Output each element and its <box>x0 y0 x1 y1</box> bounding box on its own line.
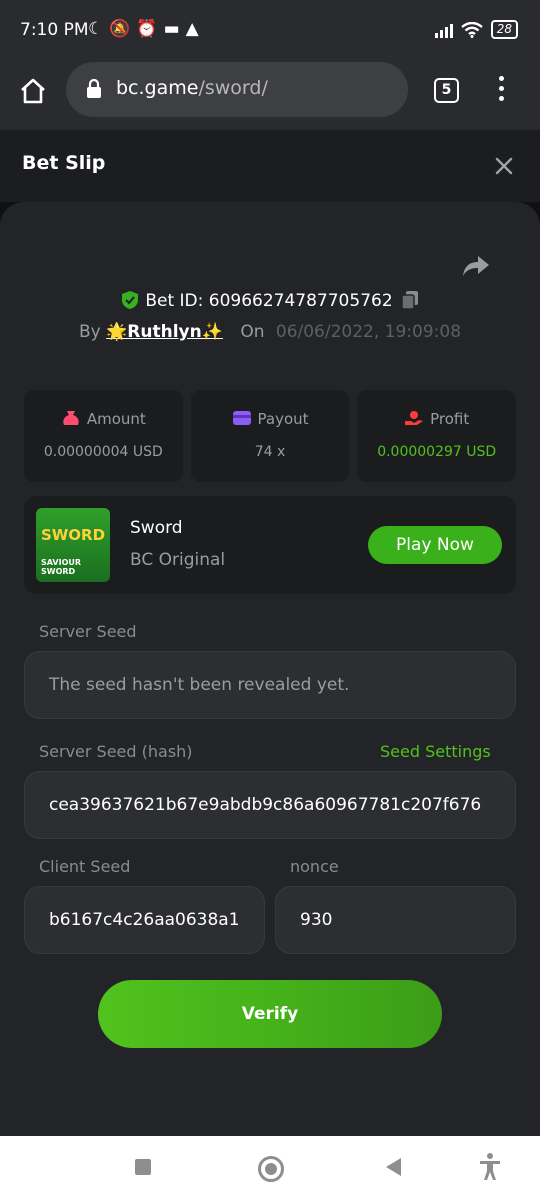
url-path: /sword/ <box>198 77 268 99</box>
bet-slip-header: Bet Slip <box>0 130 540 202</box>
folder-icon: ▬ <box>163 19 186 39</box>
alarm-icon: ⏰ <box>136 19 164 39</box>
server-seed-hash-label: Server Seed (hash) <box>39 742 193 761</box>
user-link[interactable]: 🌟Ruthlyn✨ <box>106 322 223 342</box>
status-time: 7:10 PM <box>20 20 89 40</box>
share-icon[interactable] <box>462 254 490 278</box>
stat-profit-label: Profit <box>430 410 470 428</box>
bet-id: Bet ID: 60966274787705762 <box>145 291 393 311</box>
bet-id-row: Bet ID: 60966274787705762 <box>0 290 540 311</box>
bet-detail-card: Bet ID: 60966274787705762 By 🌟Ruthlyn✨ O… <box>0 202 540 1136</box>
lock-icon <box>87 79 101 98</box>
game-thumbnail: SWORD SAVIOUR SWORD <box>36 508 110 582</box>
warning-icon: ▲ <box>185 19 205 39</box>
stat-profit: Profit 0.00000297 USD <box>357 390 517 482</box>
stat-amount-label: Amount <box>86 410 146 428</box>
wallet-icon <box>232 411 251 425</box>
browser-toolbar: bc.game/sword/ 5 <box>0 62 540 130</box>
page-title: Bet Slip <box>22 152 106 174</box>
game-thumbnail-title: SWORD <box>40 526 106 544</box>
on-label: On <box>240 322 265 342</box>
accessibility-icon[interactable] <box>478 1152 502 1182</box>
hand-coin-icon <box>405 411 424 425</box>
moon-icon: ☾ <box>88 19 110 39</box>
game-type: BC Original <box>130 550 226 570</box>
home-icon[interactable] <box>18 76 48 106</box>
money-bag-icon <box>63 411 79 425</box>
server-seed-label: Server Seed <box>39 622 137 641</box>
stat-amount-value: 0.00000004 USD <box>43 444 163 460</box>
url-host: bc.game <box>116 77 199 99</box>
bet-author-row: By 🌟Ruthlyn✨ On 06/06/2022, 19:09:08 <box>0 322 540 342</box>
client-seed-label: Client Seed <box>39 857 131 876</box>
status-notification-icons: ☾🔕⏰▬▲ <box>88 19 205 39</box>
stat-payout-label: Payout <box>257 410 309 428</box>
recents-icon[interactable] <box>135 1159 151 1175</box>
signal-icon <box>434 22 453 38</box>
game-card: SWORD SAVIOUR SWORD Sword BC Original Pl… <box>24 496 516 594</box>
server-seed-field[interactable]: The seed hasn't been revealed yet. <box>24 651 516 719</box>
client-seed-field[interactable]: b6167c4c26aa0638a1 <box>24 886 265 954</box>
tab-switcher-button[interactable]: 5 <box>434 78 459 103</box>
bet-slip-panel: Bet ID: 60966274787705762 By 🌟Ruthlyn✨ O… <box>0 202 540 1136</box>
verify-button[interactable]: Verify <box>98 980 442 1048</box>
back-icon[interactable] <box>386 1158 401 1176</box>
by-label: By <box>78 322 101 342</box>
battery-icon: 28 <box>490 20 518 39</box>
play-now-button[interactable]: Play Now <box>368 526 502 564</box>
shield-check-icon <box>122 291 139 309</box>
game-name: Sword <box>130 518 183 538</box>
copy-icon[interactable] <box>400 290 419 310</box>
stat-payout-value: 74 x <box>254 444 286 460</box>
stat-profit-value: 0.00000297 USD <box>377 444 497 460</box>
seed-settings-link[interactable]: Seed Settings <box>380 742 491 761</box>
bet-stats: Amount 0.00000004 USD Payout 74 x Profit… <box>24 390 517 482</box>
status-bar: 7:10 PM ☾🔕⏰▬▲ 28 <box>0 0 540 62</box>
nonce-label: nonce <box>290 857 339 876</box>
home-button-icon[interactable] <box>258 1156 284 1182</box>
wifi-icon <box>460 21 483 38</box>
game-thumbnail-subtitle: SAVIOUR SWORD <box>41 558 82 576</box>
stat-amount: Amount 0.00000004 USD <box>24 390 183 482</box>
stat-payout: Payout 74 x <box>190 390 350 482</box>
url-text: bc.game/sword/ <box>116 77 268 99</box>
bell-off-icon: 🔕 <box>109 19 137 39</box>
more-menu-icon[interactable] <box>497 76 505 104</box>
bet-date: 06/06/2022, 19:09:08 <box>275 322 462 342</box>
server-seed-hash-field[interactable]: cea39637621b67e9abdb9c86a60967781c207f67… <box>24 771 516 839</box>
nonce-field[interactable]: 930 <box>275 886 516 954</box>
system-nav-bar <box>0 1136 540 1200</box>
status-system-icons: 28 <box>434 20 518 39</box>
close-icon[interactable] <box>492 154 516 178</box>
url-bar[interactable]: bc.game/sword/ <box>66 62 408 117</box>
